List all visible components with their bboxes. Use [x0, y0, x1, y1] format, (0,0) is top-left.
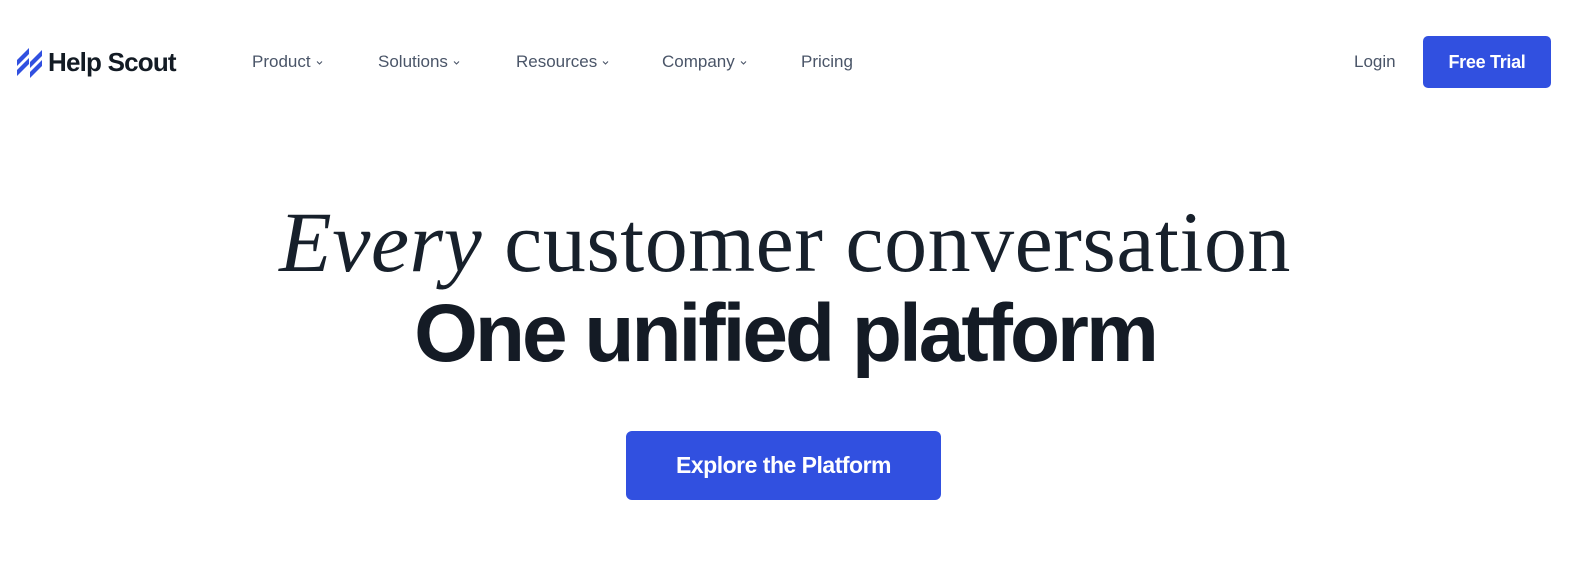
chevron-down-icon: [316, 60, 322, 65]
nav-item-label: Resources: [516, 52, 598, 71]
free-trial-button[interactable]: Free Trial: [1423, 36, 1551, 88]
hero-headline: Every customer conversation: [0, 192, 1570, 292]
nav-item-resources[interactable]: Resources: [516, 50, 609, 74]
nav-item-label: Solutions: [378, 52, 448, 71]
hero-subheadline: One unified platform: [414, 288, 1159, 379]
explore-platform-button[interactable]: Explore the Platform: [626, 431, 941, 500]
hero-headline-rest: customer conversation: [504, 194, 1291, 290]
nav-item-product[interactable]: Product: [252, 50, 323, 74]
site-header: Help Scout Product Solutions Resources C…: [0, 0, 1570, 124]
nav-item-label: Pricing: [801, 52, 853, 71]
logo-wordmark: Help Scout: [48, 47, 177, 77]
login-link[interactable]: Login: [1354, 50, 1396, 74]
chevron-down-icon: [453, 60, 460, 65]
nav-item-label: Product: [252, 52, 311, 71]
nav-item-solutions[interactable]: Solutions: [378, 50, 460, 74]
nav-item-company[interactable]: Company: [662, 50, 747, 74]
chevron-down-icon: [602, 60, 609, 65]
logo-link[interactable]: Help Scout: [16, 46, 177, 78]
hero-headline-emphasis: Every: [279, 194, 483, 290]
page: Help Scout Product Solutions Resources C…: [0, 0, 1570, 581]
nav-item-pricing[interactable]: Pricing: [801, 50, 853, 74]
chevron-down-icon: [740, 60, 747, 65]
help-scout-logo-icon: [17, 48, 42, 78]
nav-item-label: Company: [662, 52, 735, 71]
